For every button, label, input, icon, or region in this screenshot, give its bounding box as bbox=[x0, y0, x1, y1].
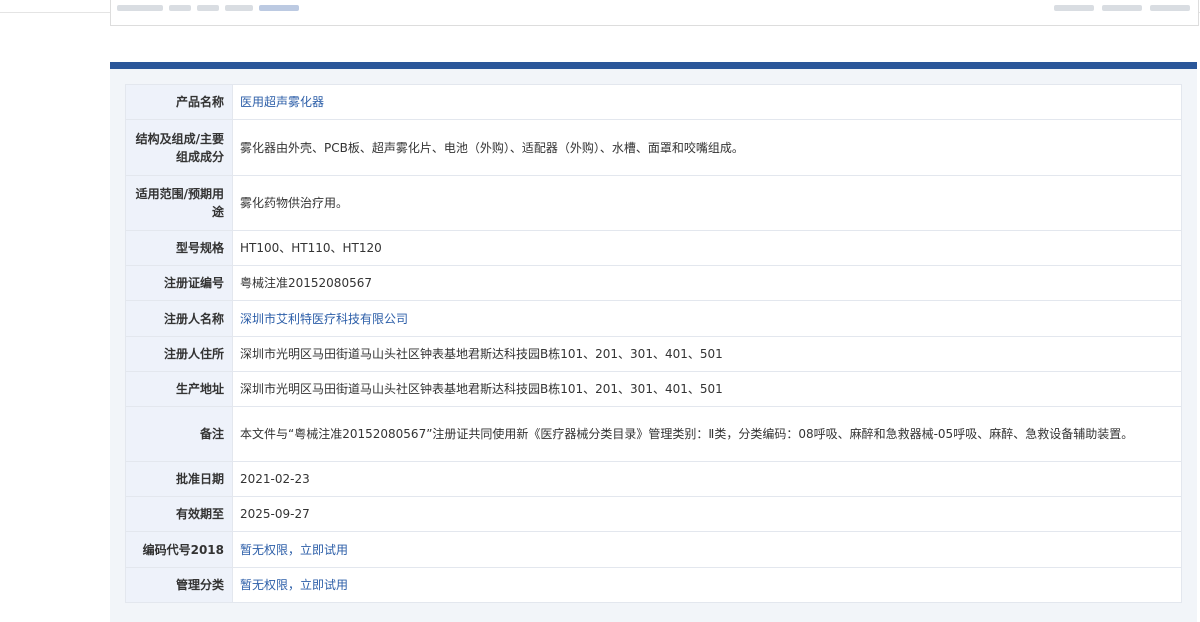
detail-panel: 产品名称 医用超声雾化器 结构及组成/主要组成成分 雾化器由外壳、PCB板、超声雾化片… bbox=[110, 62, 1197, 622]
field-label: 编码代号2018 bbox=[125, 531, 233, 568]
field-label: 注册人名称 bbox=[125, 300, 233, 337]
field-label: 有效期至 bbox=[125, 496, 233, 532]
field-value-link[interactable]: 深圳市艾利特医疗科技有限公司 bbox=[232, 300, 1182, 337]
field-label: 适用范围/预期用途 bbox=[125, 175, 233, 231]
toolbar-actions[interactable] bbox=[1054, 5, 1190, 11]
field-value: HT100、HT110、HT120 bbox=[232, 230, 1182, 266]
field-value: 2025-09-27 bbox=[232, 496, 1182, 532]
field-label: 备注 bbox=[125, 406, 233, 462]
detail-table: 产品名称 医用超声雾化器 结构及组成/主要组成成分 雾化器由外壳、PCB板、超声雾化片… bbox=[125, 84, 1182, 603]
field-value-link[interactable]: 暂无权限，立即试用 bbox=[232, 567, 1182, 603]
table-row: 产品名称 医用超声雾化器 bbox=[125, 84, 1182, 120]
field-label: 批准日期 bbox=[125, 461, 233, 497]
field-value: 深圳市光明区马田街道马山头社区钟表基地君斯达科技园B栋101、201、301、4… bbox=[232, 336, 1182, 372]
field-label: 结构及组成/主要组成成分 bbox=[125, 119, 233, 176]
breadcrumb[interactable] bbox=[117, 5, 299, 13]
table-row: 注册人住所 深圳市光明区马田街道马山头社区钟表基地君斯达科技园B栋101、201、… bbox=[125, 336, 1182, 372]
field-value: 雾化药物供治疗用。 bbox=[232, 175, 1182, 231]
field-label: 注册人住所 bbox=[125, 336, 233, 372]
breadcrumb-bar bbox=[110, 0, 1199, 26]
panel-header-bar bbox=[110, 62, 1197, 69]
table-row: 管理分类 暂无权限，立即试用 bbox=[125, 567, 1182, 603]
field-value: 粤械注准20152080567 bbox=[232, 265, 1182, 301]
table-row: 结构及组成/主要组成成分 雾化器由外壳、PCB板、超声雾化片、电池（外购）、适配器… bbox=[125, 119, 1182, 176]
table-row: 有效期至 2025-09-27 bbox=[125, 496, 1182, 532]
field-label: 注册证编号 bbox=[125, 265, 233, 301]
table-row: 编码代号2018 暂无权限，立即试用 bbox=[125, 531, 1182, 568]
table-row: 型号规格 HT100、HT110、HT120 bbox=[125, 230, 1182, 266]
table-row: 生产地址 深圳市光明区马田街道马山头社区钟表基地君斯达科技园B栋101、201、3… bbox=[125, 371, 1182, 407]
field-label: 产品名称 bbox=[125, 84, 233, 120]
field-value: 雾化器由外壳、PCB板、超声雾化片、电池（外购）、适配器（外购）、水槽、面罩和咬… bbox=[232, 119, 1182, 176]
table-row: 适用范围/预期用途 雾化药物供治疗用。 bbox=[125, 175, 1182, 231]
table-row: 批准日期 2021-02-23 bbox=[125, 461, 1182, 497]
field-value-link[interactable]: 暂无权限，立即试用 bbox=[232, 531, 1182, 568]
field-value: 2021-02-23 bbox=[232, 461, 1182, 497]
table-row: 注册人名称 深圳市艾利特医疗科技有限公司 bbox=[125, 300, 1182, 337]
field-label: 管理分类 bbox=[125, 567, 233, 603]
field-label: 型号规格 bbox=[125, 230, 233, 266]
field-value: 深圳市光明区马田街道马山头社区钟表基地君斯达科技园B栋101、201、301、4… bbox=[232, 371, 1182, 407]
field-value-link[interactable]: 医用超声雾化器 bbox=[232, 84, 1182, 120]
field-value: 本文件与“粤械注准20152080567”注册证共同使用新《医疗器械分类目录》管… bbox=[232, 406, 1182, 462]
field-label: 生产地址 bbox=[125, 371, 233, 407]
table-row: 注册证编号 粤械注准20152080567 bbox=[125, 265, 1182, 301]
table-row: 备注 本文件与“粤械注准20152080567”注册证共同使用新《医疗器械分类目录… bbox=[125, 406, 1182, 462]
